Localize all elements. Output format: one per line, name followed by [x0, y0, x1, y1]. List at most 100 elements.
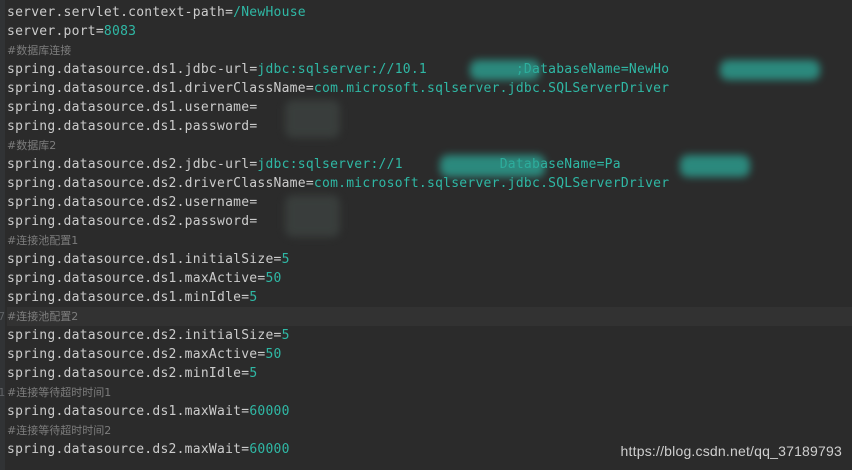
property-key: spring.datasource.ds1.initialSize: [7, 252, 274, 267]
property-line[interactable]: spring.datasource.ds1.username=: [7, 98, 852, 117]
equals-sign: =: [225, 5, 234, 20]
property-key: spring.datasource.ds1.password: [7, 119, 250, 134]
line-number: [0, 117, 5, 136]
equals-sign: =: [249, 214, 258, 229]
property-value: com.microsoft.sqlserver.jdbc.SQLServerDr…: [313, 176, 670, 191]
equals-sign: =: [305, 81, 314, 96]
comment-line[interactable]: #连接池配置1: [7, 231, 852, 250]
line-number: 1: [0, 386, 5, 399]
comment-line[interactable]: #数据库2: [7, 136, 852, 155]
property-value: 50: [265, 271, 282, 286]
property-line[interactable]: spring.datasource.ds1.password=: [7, 117, 852, 136]
property-key: spring.datasource.ds2.username: [7, 195, 250, 210]
property-key: spring.datasource.ds2.initialSize: [7, 328, 274, 343]
line-number: [0, 79, 5, 98]
property-key: spring.datasource.ds2.jdbc-url: [7, 157, 250, 172]
property-value: 60000: [249, 442, 290, 457]
property-value: 5: [281, 328, 290, 343]
comment-text: #数据库2: [7, 139, 57, 152]
property-line[interactable]: spring.datasource.ds2.password=: [7, 212, 852, 231]
property-key: spring.datasource.ds1.minIdle: [7, 290, 242, 305]
comment-line[interactable]: #数据库连接: [7, 41, 852, 60]
property-line[interactable]: spring.datasource.ds2.maxActive=50: [7, 345, 852, 364]
line-number: [0, 136, 5, 155]
equals-sign: =: [273, 328, 282, 343]
equals-sign: =: [249, 100, 258, 115]
property-line[interactable]: spring.datasource.ds1.driverClassName=co…: [7, 79, 852, 98]
line-number: [0, 345, 5, 364]
comment-line[interactable]: #连接池配置2: [7, 307, 852, 326]
property-value: /NewHouse: [233, 5, 306, 20]
line-number: [0, 155, 5, 174]
line-number: [0, 288, 5, 307]
line-number: [0, 440, 5, 459]
property-value: 5: [281, 252, 290, 267]
comment-text: #连接等待超时时间2: [7, 424, 112, 437]
line-number: [0, 250, 5, 269]
equals-sign: =: [249, 195, 258, 210]
property-key: server.port: [7, 24, 96, 39]
property-value: jdbc:sqlserver://10.1 ;DatabaseName=NewH…: [257, 62, 670, 77]
line-number: [0, 174, 5, 193]
line-number: [0, 364, 5, 383]
line-number: [0, 98, 5, 117]
property-value: com.microsoft.sqlserver.jdbc.SQLServerDr…: [313, 81, 670, 96]
property-value: 5: [249, 366, 258, 381]
property-line[interactable]: spring.datasource.ds1.initialSize=5: [7, 250, 852, 269]
equals-sign: =: [305, 176, 314, 191]
property-line[interactable]: spring.datasource.ds2.minIdle=5: [7, 364, 852, 383]
line-number-gutter: 71: [0, 0, 5, 470]
line-number: [0, 193, 5, 212]
line-number: [0, 421, 5, 440]
line-number: 7: [0, 310, 5, 323]
line-number: [0, 269, 5, 288]
equals-sign: =: [95, 24, 104, 39]
property-key: spring.datasource.ds1.driverClassName: [7, 81, 306, 96]
comment-text: #数据库连接: [7, 44, 72, 57]
equals-sign: =: [273, 252, 282, 267]
property-line[interactable]: spring.datasource.ds2.username=: [7, 193, 852, 212]
code-editor[interactable]: 71 server.servlet.context-path=/NewHouse…: [0, 0, 852, 470]
line-number: [0, 60, 5, 79]
redaction-mark: [440, 155, 545, 177]
property-key: spring.datasource.ds2.maxWait: [7, 442, 242, 457]
property-key: spring.datasource.ds2.driverClassName: [7, 176, 306, 191]
redaction-mark: [285, 100, 340, 138]
property-value: 60000: [249, 404, 290, 419]
property-line[interactable]: spring.datasource.ds2.initialSize=5: [7, 326, 852, 345]
watermark: https://blog.csdn.net/qq_37189793: [620, 443, 842, 459]
property-key: spring.datasource.ds1.maxActive: [7, 271, 258, 286]
line-number: [0, 402, 5, 421]
line-number: [0, 212, 5, 231]
comment-line[interactable]: #连接等待超时时间1: [7, 383, 852, 402]
property-line[interactable]: server.servlet.context-path=/NewHouse: [7, 3, 852, 22]
property-key: spring.datasource.ds2.password: [7, 214, 250, 229]
comment-text: #连接池配置2: [7, 310, 79, 323]
property-key: spring.datasource.ds2.maxActive: [7, 347, 258, 362]
redaction-mark: [285, 195, 340, 237]
property-key: spring.datasource.ds2.minIdle: [7, 366, 242, 381]
property-key: spring.datasource.ds1.maxWait: [7, 404, 242, 419]
redaction-mark: [470, 60, 540, 80]
line-number: [0, 41, 5, 60]
property-value: 8083: [103, 24, 137, 39]
redaction-mark: [720, 60, 820, 80]
redaction-mark: [680, 155, 750, 177]
line-number: [0, 231, 5, 250]
property-key: spring.datasource.ds1.username: [7, 100, 250, 115]
property-value: 5: [249, 290, 258, 305]
line-number: [0, 22, 5, 41]
property-value: 50: [265, 347, 282, 362]
property-line[interactable]: spring.datasource.ds1.maxActive=50: [7, 269, 852, 288]
property-key: spring.datasource.ds1.jdbc-url: [7, 62, 250, 77]
property-line[interactable]: server.port=8083: [7, 22, 852, 41]
line-number: [0, 326, 5, 345]
line-number: [0, 3, 5, 22]
property-line[interactable]: spring.datasource.ds1.maxWait=60000: [7, 402, 852, 421]
property-key: server.servlet.context-path: [7, 5, 226, 20]
comment-line[interactable]: #连接等待超时时间2: [7, 421, 852, 440]
property-line[interactable]: spring.datasource.ds1.minIdle=5: [7, 288, 852, 307]
equals-sign: =: [249, 119, 258, 134]
comment-text: #连接池配置1: [7, 234, 79, 247]
comment-text: #连接等待超时时间1: [7, 386, 112, 399]
